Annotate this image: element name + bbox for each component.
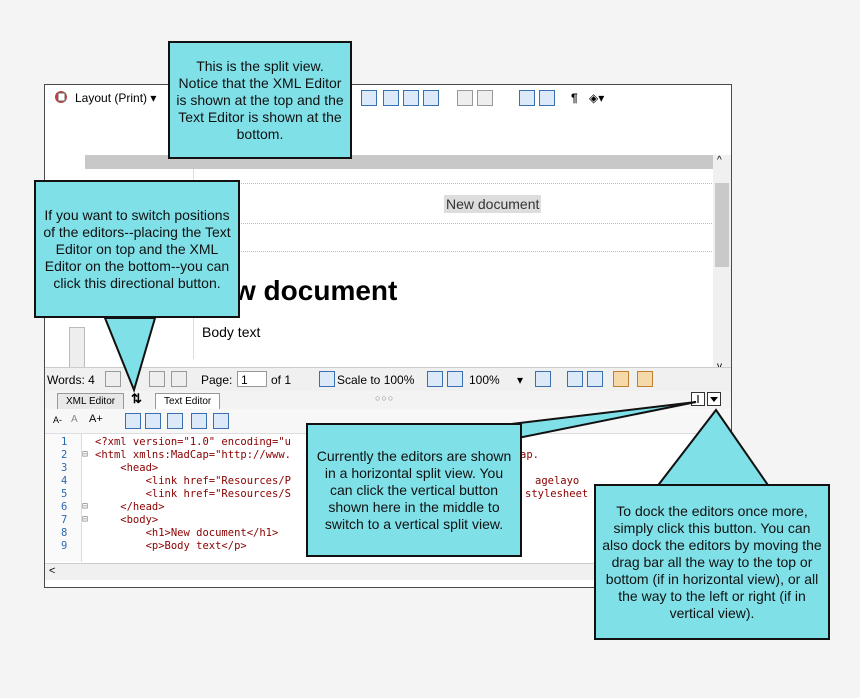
callout-switch-positions: If you want to switch positions of the e… (34, 180, 240, 318)
dock-callout-pointer (653, 408, 772, 489)
switch-callout-pointer (103, 317, 157, 394)
callout-split-view: This is the split view. Notice that the … (168, 41, 352, 159)
callout-horizontal-split: Currently the editors are shown in a hor… (306, 423, 522, 557)
callout-dock: To dock the editors once more, simply cl… (594, 484, 830, 640)
